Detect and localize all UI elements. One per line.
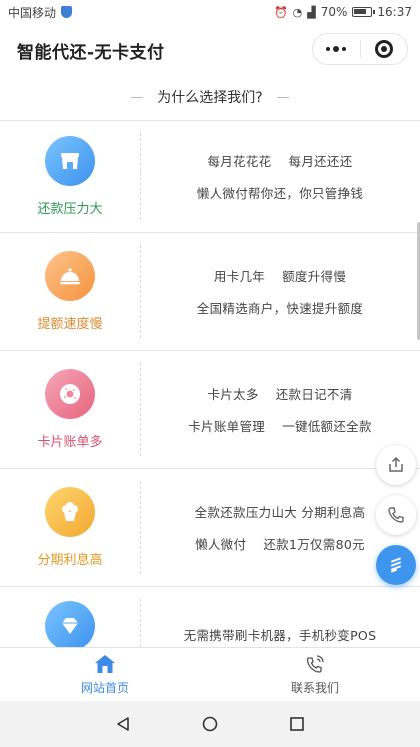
wifi-icon: ◔: [292, 5, 303, 19]
feature-line-1: 卡片太多 还款日记不清: [207, 387, 353, 402]
more-icon: [326, 46, 347, 52]
share-icon: [389, 456, 403, 472]
home-icon: [95, 655, 115, 673]
contact-phone-icon: [306, 655, 324, 673]
row-divider: [140, 363, 141, 456]
feature-category: 提额速度慢: [37, 317, 103, 332]
shield-icon: [61, 6, 73, 18]
status-bar: 中国移动 ⏰ ◔ ▟ 70% 16:37: [0, 0, 420, 24]
feature-category: 分期利息高: [37, 553, 103, 568]
tab-contact-label: 联系我们: [290, 681, 339, 695]
diamond-icon: [45, 601, 95, 651]
phone-icon: [388, 507, 404, 523]
android-nav-bar: [0, 701, 420, 747]
page-title: 智能代还-无卡支付: [17, 42, 165, 63]
row-divider: [140, 481, 141, 574]
battery-icon: [352, 7, 376, 17]
feature-row-installment[interactable]: 分期利息高 全款还款压力山大 分期利息高 懒人微付 还款1万仅需80元: [0, 468, 420, 586]
title-bar: 智能代还-无卡支付: [0, 24, 420, 76]
feature-line-2: 懒人微付 还款1万仅需80元: [195, 537, 365, 552]
cupcake-icon: [45, 487, 95, 537]
feature-row-repayment[interactable]: 还款压力大 每月花花花 每月还还还 懒人微付帮你还，你只管挣钱: [0, 120, 420, 232]
feature-category: 卡片账单多: [37, 435, 103, 450]
feature-category: 还款压力大: [37, 202, 103, 217]
close-button[interactable]: [361, 34, 408, 64]
share-button[interactable]: [376, 445, 416, 485]
heading-divider-right: [276, 96, 289, 98]
tab-contact[interactable]: 联系我们: [210, 648, 420, 701]
service-button[interactable]: [376, 545, 416, 585]
feature-line-1: 用卡几年 额度升得慢: [213, 269, 347, 284]
carrier-name: 中国移动: [8, 5, 57, 20]
donut-icon: [45, 369, 95, 419]
row-divider: [140, 133, 141, 220]
cloche-icon: [45, 251, 95, 301]
battery-percent: 70%: [320, 5, 348, 19]
feature-line-1: 无需携带刷卡机器，手机秒变POS: [183, 628, 377, 643]
more-button[interactable]: [313, 34, 360, 64]
alarm-icon: ⏰: [273, 5, 288, 19]
section-title: 为什么选择我们?: [157, 90, 263, 106]
clock: 16:37: [377, 5, 412, 19]
feature-line-1: 全款还款压力山大 分期利息高: [194, 505, 366, 520]
feature-row-credit-limit[interactable]: 提额速度慢 用卡几年 额度升得慢 全国精选商户，快速提升额度: [0, 232, 420, 350]
heading-divider-left: [131, 96, 144, 98]
signal-icon: ▟: [307, 5, 316, 19]
tab-home-label: 网站首页: [80, 681, 129, 695]
mini-program-capsule: [312, 33, 408, 65]
recents-icon[interactable]: [289, 716, 305, 732]
tab-home[interactable]: 网站首页: [0, 648, 210, 701]
logo-s-icon: [391, 557, 401, 573]
tab-bar: 网站首页 联系我们: [0, 647, 420, 701]
section-heading: 为什么选择我们?: [0, 82, 420, 112]
feature-line-1: 每月花花花 每月还还还: [207, 154, 353, 169]
store-icon: [45, 136, 95, 186]
phone-button[interactable]: [376, 495, 416, 535]
back-icon[interactable]: [115, 716, 131, 732]
target-close-icon: [374, 40, 393, 58]
feature-line-2: 懒人微付帮你还，你只管挣钱: [196, 186, 364, 201]
feature-list: 还款压力大 每月花花花 每月还还还 懒人微付帮你还，你只管挣钱 提额速度慢 用卡…: [0, 120, 420, 704]
home-circle-icon[interactable]: [202, 716, 218, 732]
feature-line-2: 全国精选商户，快速提升额度: [196, 301, 364, 316]
feature-line-2: 卡片账单管理 一键低额还全款: [188, 419, 372, 434]
feature-row-card-bills[interactable]: 卡片账单多 卡片太多 还款日记不清 卡片账单管理 一键低额还全款: [0, 350, 420, 468]
row-divider: [140, 245, 141, 338]
